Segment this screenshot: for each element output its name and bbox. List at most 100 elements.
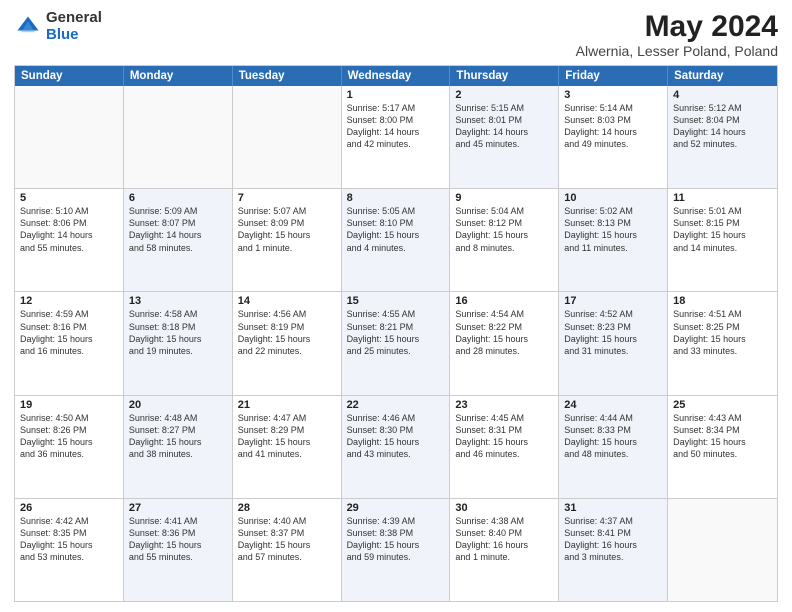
- cell-info-line: Sunrise: 5:07 AM: [238, 205, 336, 217]
- day-number: 6: [129, 192, 227, 204]
- calendar-day-4: 4Sunrise: 5:12 AMSunset: 8:04 PMDaylight…: [668, 86, 777, 188]
- calendar-header-tuesday: Tuesday: [233, 66, 342, 86]
- day-number: 13: [129, 295, 227, 307]
- cell-info-line: Sunrise: 5:09 AM: [129, 205, 227, 217]
- day-number: 31: [564, 502, 662, 514]
- cell-info-line: Sunrise: 4:40 AM: [238, 515, 336, 527]
- cell-info-line: and 53 minutes.: [20, 551, 118, 563]
- logo-text: General Blue: [46, 10, 102, 43]
- cell-info-line: and 33 minutes.: [673, 345, 772, 357]
- cell-info-line: Sunset: 8:23 PM: [564, 321, 662, 333]
- cell-info-line: Sunrise: 4:38 AM: [455, 515, 553, 527]
- cell-info-line: Sunrise: 5:15 AM: [455, 102, 553, 114]
- cell-info-line: and 16 minutes.: [20, 345, 118, 357]
- cell-info-line: Sunrise: 4:54 AM: [455, 308, 553, 320]
- cell-info-line: Sunset: 8:25 PM: [673, 321, 772, 333]
- day-number: 3: [564, 89, 662, 101]
- cell-info-line: Sunset: 8:10 PM: [347, 217, 445, 229]
- day-number: 26: [20, 502, 118, 514]
- cell-info-line: Daylight: 15 hours: [564, 333, 662, 345]
- cell-info-line: Sunrise: 4:48 AM: [129, 412, 227, 424]
- cell-info-line: and 8 minutes.: [455, 242, 553, 254]
- cell-info-line: and 31 minutes.: [564, 345, 662, 357]
- day-number: 5: [20, 192, 118, 204]
- calendar-day-empty: [15, 86, 124, 188]
- cell-info-line: Daylight: 15 hours: [673, 333, 772, 345]
- calendar-day-25: 25Sunrise: 4:43 AMSunset: 8:34 PMDayligh…: [668, 396, 777, 498]
- cell-info-line: and 59 minutes.: [347, 551, 445, 563]
- calendar-day-27: 27Sunrise: 4:41 AMSunset: 8:36 PMDayligh…: [124, 499, 233, 601]
- calendar-day-28: 28Sunrise: 4:40 AMSunset: 8:37 PMDayligh…: [233, 499, 342, 601]
- cell-info-line: Sunrise: 4:51 AM: [673, 308, 772, 320]
- calendar-week-3: 12Sunrise: 4:59 AMSunset: 8:16 PMDayligh…: [15, 291, 777, 394]
- day-number: 21: [238, 399, 336, 411]
- day-number: 20: [129, 399, 227, 411]
- cell-info-line: Sunset: 8:19 PM: [238, 321, 336, 333]
- cell-info-line: and 4 minutes.: [347, 242, 445, 254]
- calendar-day-23: 23Sunrise: 4:45 AMSunset: 8:31 PMDayligh…: [450, 396, 559, 498]
- cell-info-line: Sunrise: 4:45 AM: [455, 412, 553, 424]
- cell-info-line: and 58 minutes.: [129, 242, 227, 254]
- cell-info-line: Daylight: 15 hours: [238, 436, 336, 448]
- cell-info-line: Sunset: 8:31 PM: [455, 424, 553, 436]
- calendar-day-empty: [668, 499, 777, 601]
- day-number: 11: [673, 192, 772, 204]
- day-number: 14: [238, 295, 336, 307]
- day-number: 29: [347, 502, 445, 514]
- calendar-day-7: 7Sunrise: 5:07 AMSunset: 8:09 PMDaylight…: [233, 189, 342, 291]
- header: General Blue May 2024 Alwernia, Lesser P…: [14, 10, 778, 59]
- cell-info-line: Sunset: 8:38 PM: [347, 527, 445, 539]
- cell-info-line: Sunrise: 5:12 AM: [673, 102, 772, 114]
- logo-icon: [14, 13, 42, 41]
- cell-info-line: and 42 minutes.: [347, 138, 445, 150]
- day-number: 17: [564, 295, 662, 307]
- cell-info-line: and 25 minutes.: [347, 345, 445, 357]
- cell-info-line: and 14 minutes.: [673, 242, 772, 254]
- cell-info-line: Daylight: 15 hours: [347, 436, 445, 448]
- cell-info-line: Sunset: 8:12 PM: [455, 217, 553, 229]
- day-number: 27: [129, 502, 227, 514]
- calendar-day-9: 9Sunrise: 5:04 AMSunset: 8:12 PMDaylight…: [450, 189, 559, 291]
- cell-info-line: Sunset: 8:01 PM: [455, 114, 553, 126]
- cell-info-line: and 52 minutes.: [673, 138, 772, 150]
- day-number: 24: [564, 399, 662, 411]
- cell-info-line: and 45 minutes.: [455, 138, 553, 150]
- calendar-day-15: 15Sunrise: 4:55 AMSunset: 8:21 PMDayligh…: [342, 292, 451, 394]
- calendar-week-5: 26Sunrise: 4:42 AMSunset: 8:35 PMDayligh…: [15, 498, 777, 601]
- cell-info-line: Sunrise: 4:42 AM: [20, 515, 118, 527]
- cell-info-line: Daylight: 14 hours: [129, 229, 227, 241]
- cell-info-line: Sunrise: 5:01 AM: [673, 205, 772, 217]
- logo-blue-text: Blue: [46, 27, 102, 44]
- cell-info-line: and 50 minutes.: [673, 448, 772, 460]
- cell-info-line: Sunrise: 4:59 AM: [20, 308, 118, 320]
- cell-info-line: Sunset: 8:04 PM: [673, 114, 772, 126]
- cell-info-line: Daylight: 15 hours: [347, 333, 445, 345]
- cell-info-line: Sunrise: 4:58 AM: [129, 308, 227, 320]
- cell-info-line: Daylight: 15 hours: [564, 436, 662, 448]
- cell-info-line: Sunset: 8:37 PM: [238, 527, 336, 539]
- cell-info-line: Sunset: 8:09 PM: [238, 217, 336, 229]
- cell-info-line: Daylight: 14 hours: [455, 126, 553, 138]
- cell-info-line: Sunrise: 4:44 AM: [564, 412, 662, 424]
- cell-info-line: Daylight: 15 hours: [20, 333, 118, 345]
- cell-info-line: Sunset: 8:41 PM: [564, 527, 662, 539]
- day-number: 10: [564, 192, 662, 204]
- calendar-day-5: 5Sunrise: 5:10 AMSunset: 8:06 PMDaylight…: [15, 189, 124, 291]
- cell-info-line: Daylight: 15 hours: [347, 539, 445, 551]
- cell-info-line: Sunset: 8:33 PM: [564, 424, 662, 436]
- calendar-day-20: 20Sunrise: 4:48 AMSunset: 8:27 PMDayligh…: [124, 396, 233, 498]
- cell-info-line: Daylight: 14 hours: [673, 126, 772, 138]
- cell-info-line: Daylight: 15 hours: [129, 436, 227, 448]
- cell-info-line: Sunrise: 5:14 AM: [564, 102, 662, 114]
- calendar-header-wednesday: Wednesday: [342, 66, 451, 86]
- calendar-header-friday: Friday: [559, 66, 668, 86]
- cell-info-line: Daylight: 14 hours: [347, 126, 445, 138]
- calendar-week-2: 5Sunrise: 5:10 AMSunset: 8:06 PMDaylight…: [15, 188, 777, 291]
- cell-info-line: and 57 minutes.: [238, 551, 336, 563]
- cell-info-line: and 43 minutes.: [347, 448, 445, 460]
- day-number: 7: [238, 192, 336, 204]
- cell-info-line: Sunset: 8:16 PM: [20, 321, 118, 333]
- cell-info-line: Daylight: 15 hours: [455, 229, 553, 241]
- cell-info-line: and 38 minutes.: [129, 448, 227, 460]
- cell-info-line: Daylight: 16 hours: [564, 539, 662, 551]
